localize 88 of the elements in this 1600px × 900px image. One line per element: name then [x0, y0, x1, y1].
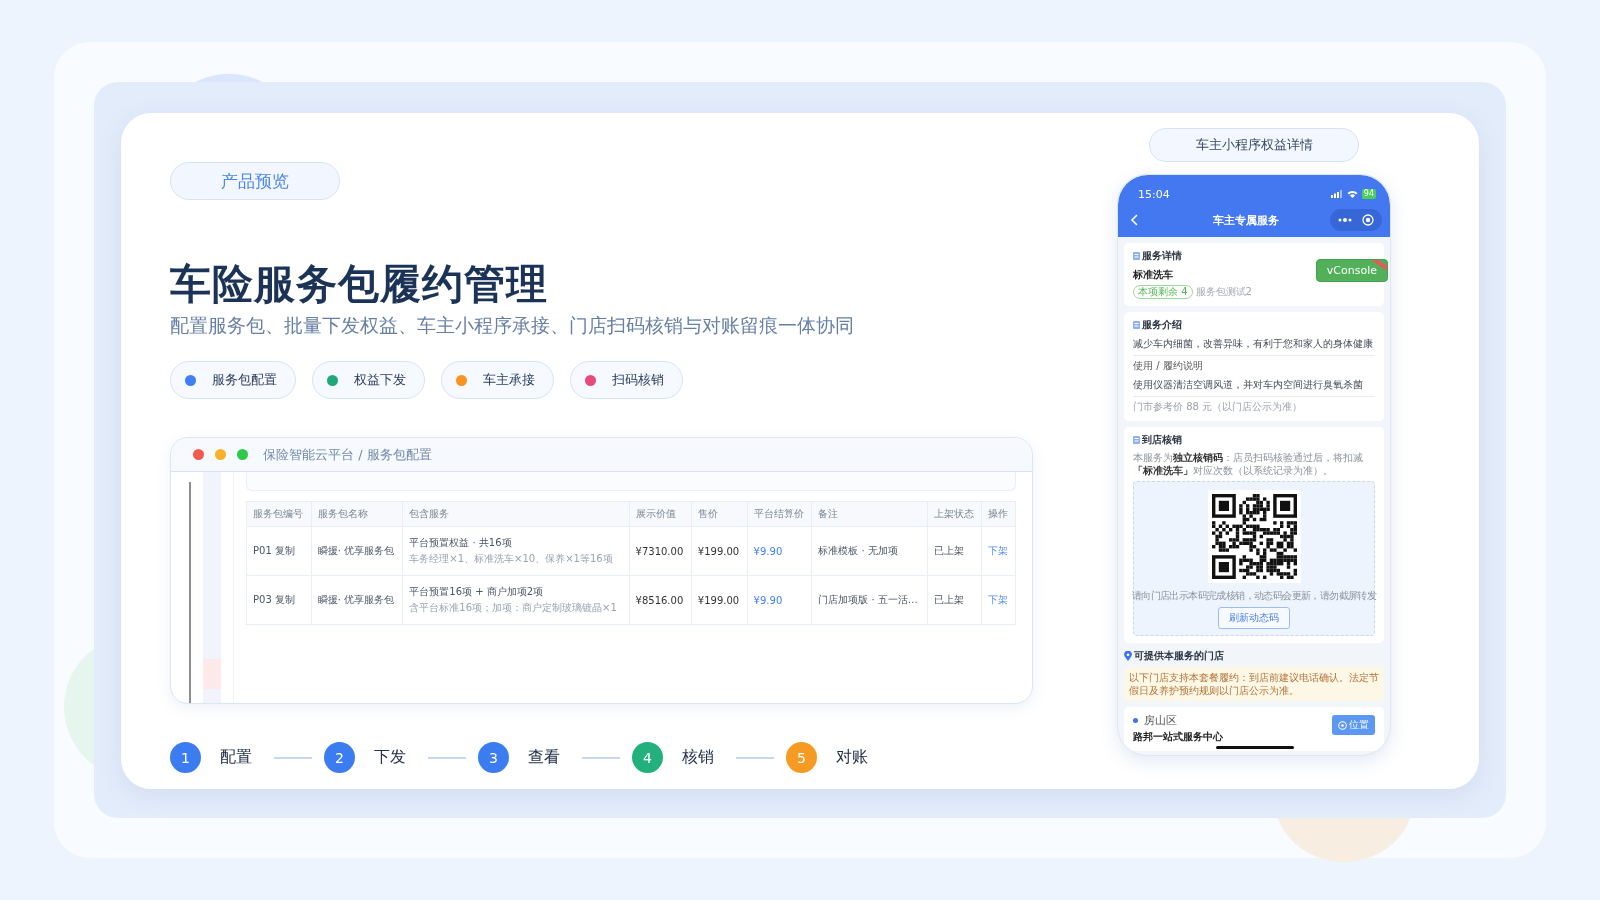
card-heading: 到店核销	[1142, 433, 1182, 447]
document-icon	[1133, 252, 1140, 260]
step-number: 2	[324, 742, 355, 773]
redeem-description: 本服务为独立核销码：店员扫码核验通过后，将扣减「标准洗车」对应次数（以系统记录为准）。	[1133, 451, 1364, 477]
step-number: 1	[170, 742, 201, 773]
target-icon	[1362, 214, 1374, 226]
table-cell: 瞬援· 优享服务包	[311, 575, 403, 625]
district-label: 房山区	[1144, 713, 1177, 728]
location-button[interactable]: 位置	[1332, 715, 1375, 735]
table-cell: 瞬援· 优享服务包	[311, 526, 403, 576]
step-connector	[736, 756, 774, 759]
step-number: 3	[478, 742, 509, 773]
step-connector	[582, 756, 620, 759]
signal-icon	[1330, 190, 1343, 198]
package-name: 服务包测试2	[1195, 285, 1252, 299]
step-label: 核销	[682, 747, 714, 768]
tag-label: 权益下发	[353, 371, 407, 389]
section-badge: 产品预览	[170, 162, 340, 200]
table-cell: 已上架	[927, 526, 982, 576]
table-cell: ¥9.90	[747, 526, 812, 576]
tag-label: 车主承接	[482, 371, 536, 389]
store-name: 路邦一站式服务中心	[1133, 730, 1223, 744]
page-title: 车险服务包履约管理	[170, 259, 548, 310]
table-cell: 标准模板 · 无加项	[811, 526, 928, 576]
document-icon	[1133, 321, 1140, 329]
document-icon	[1133, 436, 1140, 444]
nav-title: 车主专属服务	[1212, 212, 1280, 228]
column-header: 包含服务	[402, 501, 630, 527]
table-cell: ¥199.00	[691, 526, 748, 576]
store-notice: 以下门店支持本套餐履约：到店前建议电话确认。法定节假日及养护预约规则以门店公示为准。	[1124, 667, 1384, 701]
price-note: 门市参考价 88 元（以门店公示为准）	[1133, 400, 1304, 414]
step-connector	[428, 756, 466, 759]
step-label: 配置	[220, 747, 252, 768]
table-cell: 门店加项版 · 五一活…	[811, 575, 928, 625]
column-header: 售价	[691, 501, 748, 527]
service-summary: 平台预置16项 + 商户加项2项	[409, 585, 545, 599]
location-pin-icon	[1124, 651, 1132, 661]
qr-hint: 请向门店出示本码完成核销，动态码会更新，请勿截屏转发	[1131, 589, 1377, 603]
phone-caption: 车主小程序权益详情	[1149, 128, 1359, 162]
refresh-button[interactable]: 刷新动态码	[1218, 607, 1290, 629]
service-detail: 含平台标准16项；加项：商户定制玻璃镀晶×1	[409, 601, 618, 615]
table-cell: P03 复制	[246, 575, 312, 625]
intro-text: 减少车内细菌，改善异味，有利于您和家人的身体健康	[1133, 332, 1375, 356]
section-heading: 可提供本服务的门店	[1134, 649, 1224, 663]
back-icon	[1130, 214, 1138, 226]
table-cell: P01 复制	[246, 526, 312, 576]
service-detail: 车务经理×1、标准洗车×10、保养×1等16项	[409, 552, 614, 566]
table-cell: ¥8516.00	[629, 575, 692, 625]
mini-program-capsule[interactable]	[1330, 209, 1382, 231]
page-subtitle: 配置服务包、批量下发权益、车主小程序承接、门店扫码核销与对账留痕一体协同	[170, 313, 854, 338]
step-label: 下发	[374, 747, 406, 768]
usage-label: 使用 / 履约说明	[1133, 359, 1204, 373]
card-heading: 服务详情	[1142, 249, 1182, 263]
delist-link[interactable]: 下架	[988, 545, 1009, 556]
location-label: 位置	[1349, 718, 1369, 732]
step-label: 对账	[836, 747, 868, 768]
table-cell: ¥9.90	[747, 575, 812, 625]
step-label: 查看	[528, 747, 560, 768]
battery-badge: 94	[1361, 189, 1376, 199]
column-header: 操作	[981, 501, 1016, 527]
table-cell: 已上架	[927, 575, 982, 625]
tag-label: 服务包配置	[211, 371, 278, 389]
column-header: 服务包编号	[246, 501, 312, 527]
status-time: 15:04	[1138, 187, 1170, 201]
window-control-icon[interactable]	[193, 449, 204, 460]
column-header: 备注	[811, 501, 928, 527]
window-control-icon[interactable]	[237, 449, 248, 460]
card-heading: 服务介绍	[1142, 318, 1182, 332]
table-cell: ¥199.00	[691, 575, 748, 625]
column-header: 上架状态	[927, 501, 982, 527]
step-number: 4	[632, 742, 663, 773]
service-summary: 平台预置权益 · 共16项	[409, 536, 513, 550]
tag-label: 扫码核销	[611, 371, 665, 389]
service-name: 标准洗车	[1133, 268, 1173, 282]
location-icon	[1338, 720, 1347, 730]
column-header: 服务包名称	[311, 501, 403, 527]
step-connector	[274, 756, 312, 759]
delist-link[interactable]: 下架	[988, 594, 1009, 605]
column-header: 平台结算价	[747, 501, 812, 527]
usage-text: 使用仪器清洁空调风道，并对车内空间进行臭氧杀菌	[1133, 373, 1375, 397]
column-header: 展示价值	[629, 501, 692, 527]
wifi-icon	[1346, 190, 1358, 198]
table-cell: ¥7310.00	[629, 526, 692, 576]
bullet-icon	[1133, 718, 1138, 723]
step-number: 5	[786, 742, 817, 773]
breadcrumb: 保险智能云平台 / 服务包配置	[263, 445, 432, 464]
window-control-icon[interactable]	[215, 449, 226, 460]
more-icon	[1338, 218, 1352, 222]
